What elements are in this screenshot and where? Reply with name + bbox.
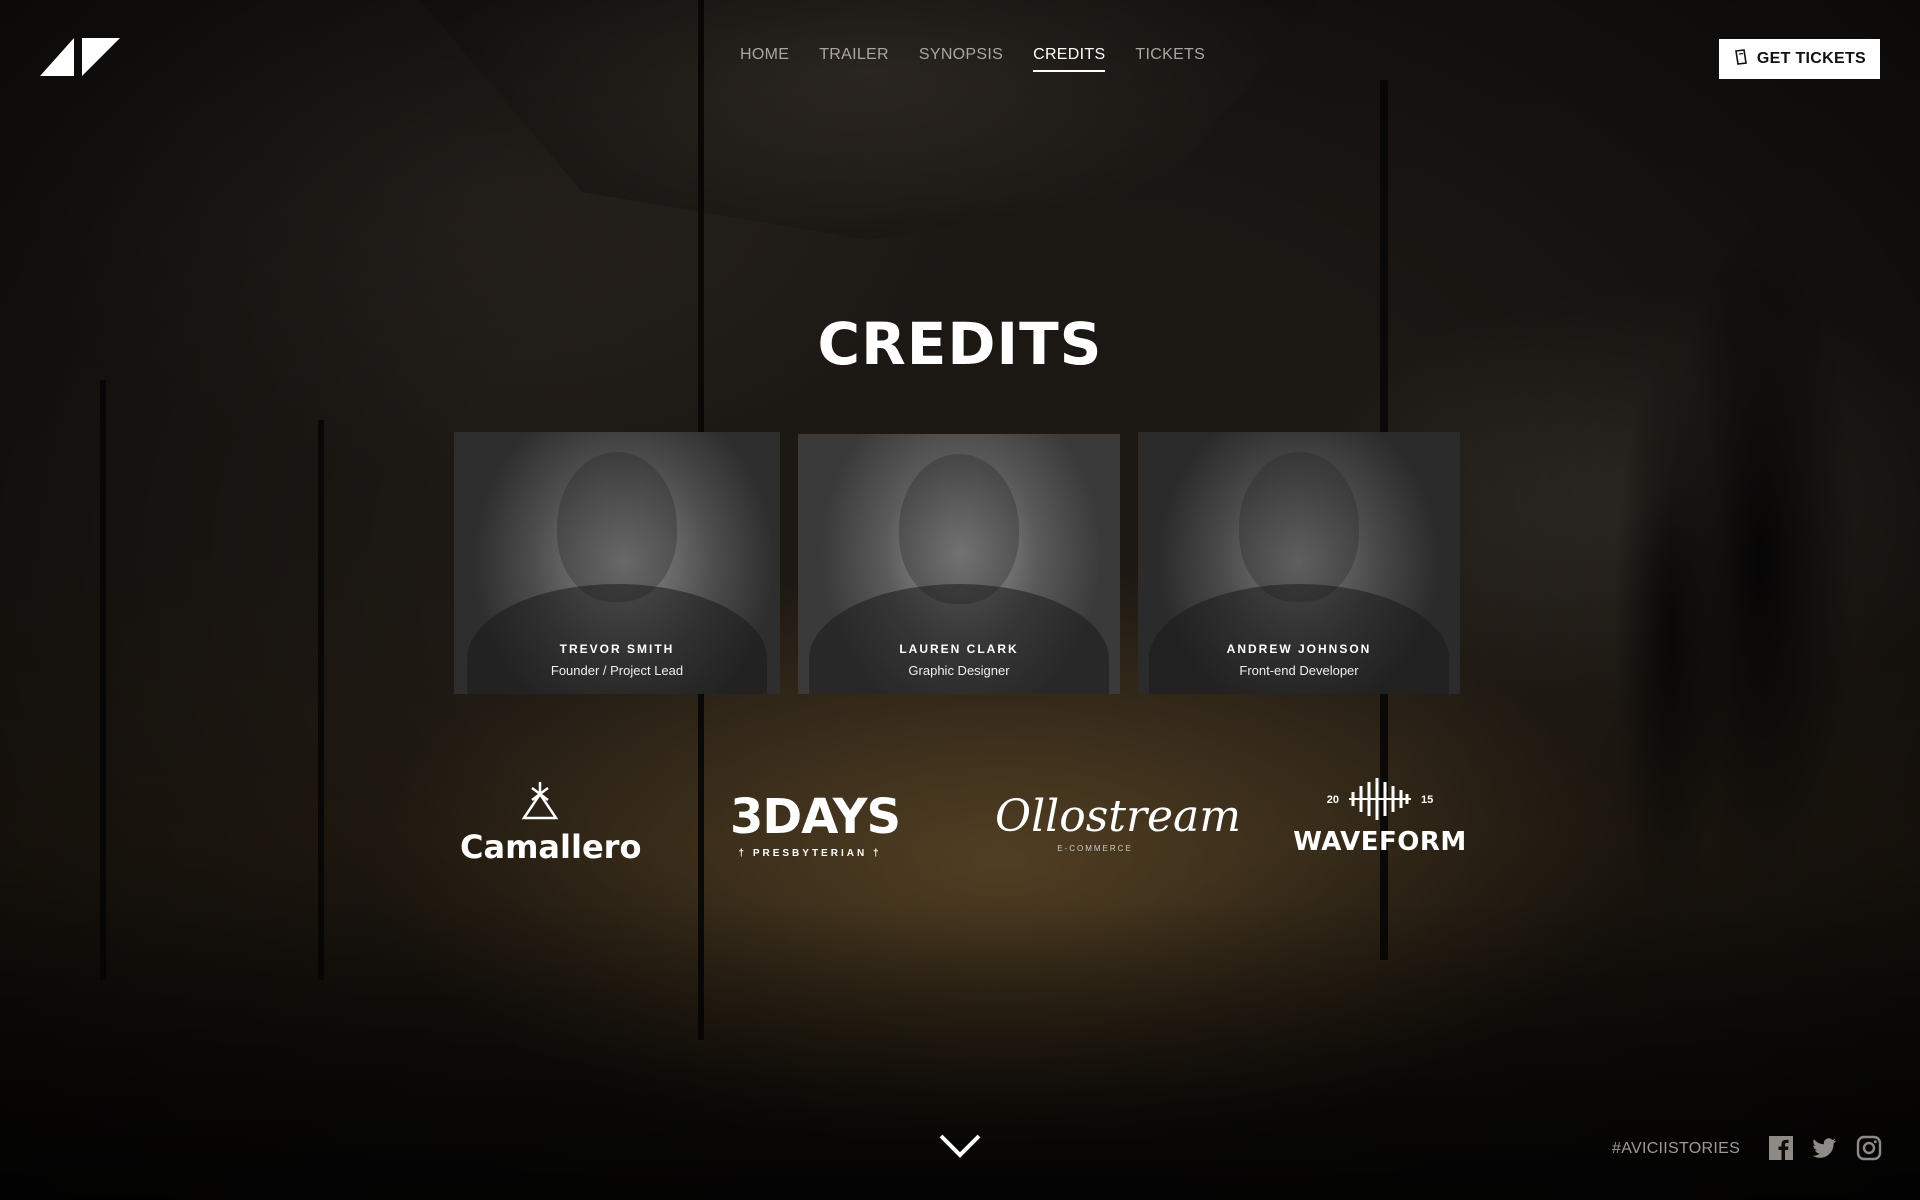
- get-tickets-label: GET TICKETS: [1756, 50, 1866, 67]
- sponsor-name: WAVEFORM: [1293, 827, 1467, 857]
- credit-role: Front-end Developer: [1239, 663, 1359, 678]
- facebook-icon[interactable]: [1768, 1135, 1794, 1161]
- portrait-photo: [1239, 452, 1359, 602]
- tent-icon: [460, 780, 620, 826]
- credit-name: ANDREW JOHNSON: [1226, 642, 1372, 656]
- credit-card-lauren-clark[interactable]: LAUREN CLARK Graphic Designer: [798, 434, 1120, 694]
- nav-trailer[interactable]: TRAILER: [819, 46, 889, 72]
- nav-tickets[interactable]: TICKETS: [1135, 46, 1205, 72]
- get-tickets-button[interactable]: GET TICKETS: [1718, 39, 1880, 79]
- waveform-icon: [1349, 776, 1411, 823]
- sponsor-logos: Camallero 3DAYS † PRESBYTERIAN † Ollostr…: [450, 776, 1470, 876]
- ticket-icon: [1733, 48, 1749, 70]
- nav-credits[interactable]: CREDITS: [1033, 46, 1106, 72]
- sponsor-name: Ollostream: [995, 791, 1241, 842]
- page-title: CREDITS: [817, 310, 1103, 378]
- credits-cards: TREVOR SMITH Founder / Project Lead LAUR…: [454, 432, 1460, 694]
- sponsor-name: 3DAYS: [730, 789, 901, 845]
- credit-card-andrew-johnson[interactable]: ANDREW JOHNSON Front-end Developer: [1138, 432, 1460, 694]
- sponsor-name: Camallero: [460, 828, 642, 866]
- sponsor-camallero[interactable]: Camallero: [460, 780, 642, 866]
- credit-name: TREVOR SMITH: [559, 642, 675, 656]
- sponsor-waveform[interactable]: 20 15 WAVEFORM: [1290, 776, 1470, 857]
- instagram-icon[interactable]: [1856, 1135, 1882, 1161]
- main-nav: HOME TRAILER SYNOPSIS CREDITS TICKETS: [740, 46, 1205, 72]
- nav-synopsis[interactable]: SYNOPSIS: [919, 46, 1003, 72]
- portrait-photo: [557, 452, 677, 602]
- sponsor-year-left: 20: [1326, 793, 1339, 806]
- portrait-photo: [899, 454, 1019, 604]
- credit-role: Graphic Designer: [908, 663, 1010, 678]
- nav-home[interactable]: HOME: [740, 46, 789, 72]
- chevron-down-icon[interactable]: [938, 1132, 982, 1160]
- sponsor-subtitle: † PRESBYTERIAN †: [738, 848, 882, 859]
- twitter-icon[interactable]: [1812, 1135, 1838, 1161]
- sponsor-ollostream[interactable]: Ollostream E-COMMERCE: [995, 791, 1241, 854]
- credit-card-trevor-smith[interactable]: TREVOR SMITH Founder / Project Lead: [454, 432, 780, 694]
- sponsor-subtitle: E-COMMERCE: [1057, 844, 1133, 853]
- social-links: [1768, 1135, 1882, 1161]
- sponsor-3days[interactable]: 3DAYS † PRESBYTERIAN †: [730, 789, 901, 859]
- credit-name: LAUREN CLARK: [899, 642, 1019, 656]
- triangle-logo-icon[interactable]: [40, 38, 120, 76]
- hashtag-text[interactable]: #AVICIISTORIES: [1612, 1140, 1740, 1158]
- credit-role: Founder / Project Lead: [550, 663, 684, 678]
- sponsor-year-right: 15: [1421, 793, 1434, 806]
